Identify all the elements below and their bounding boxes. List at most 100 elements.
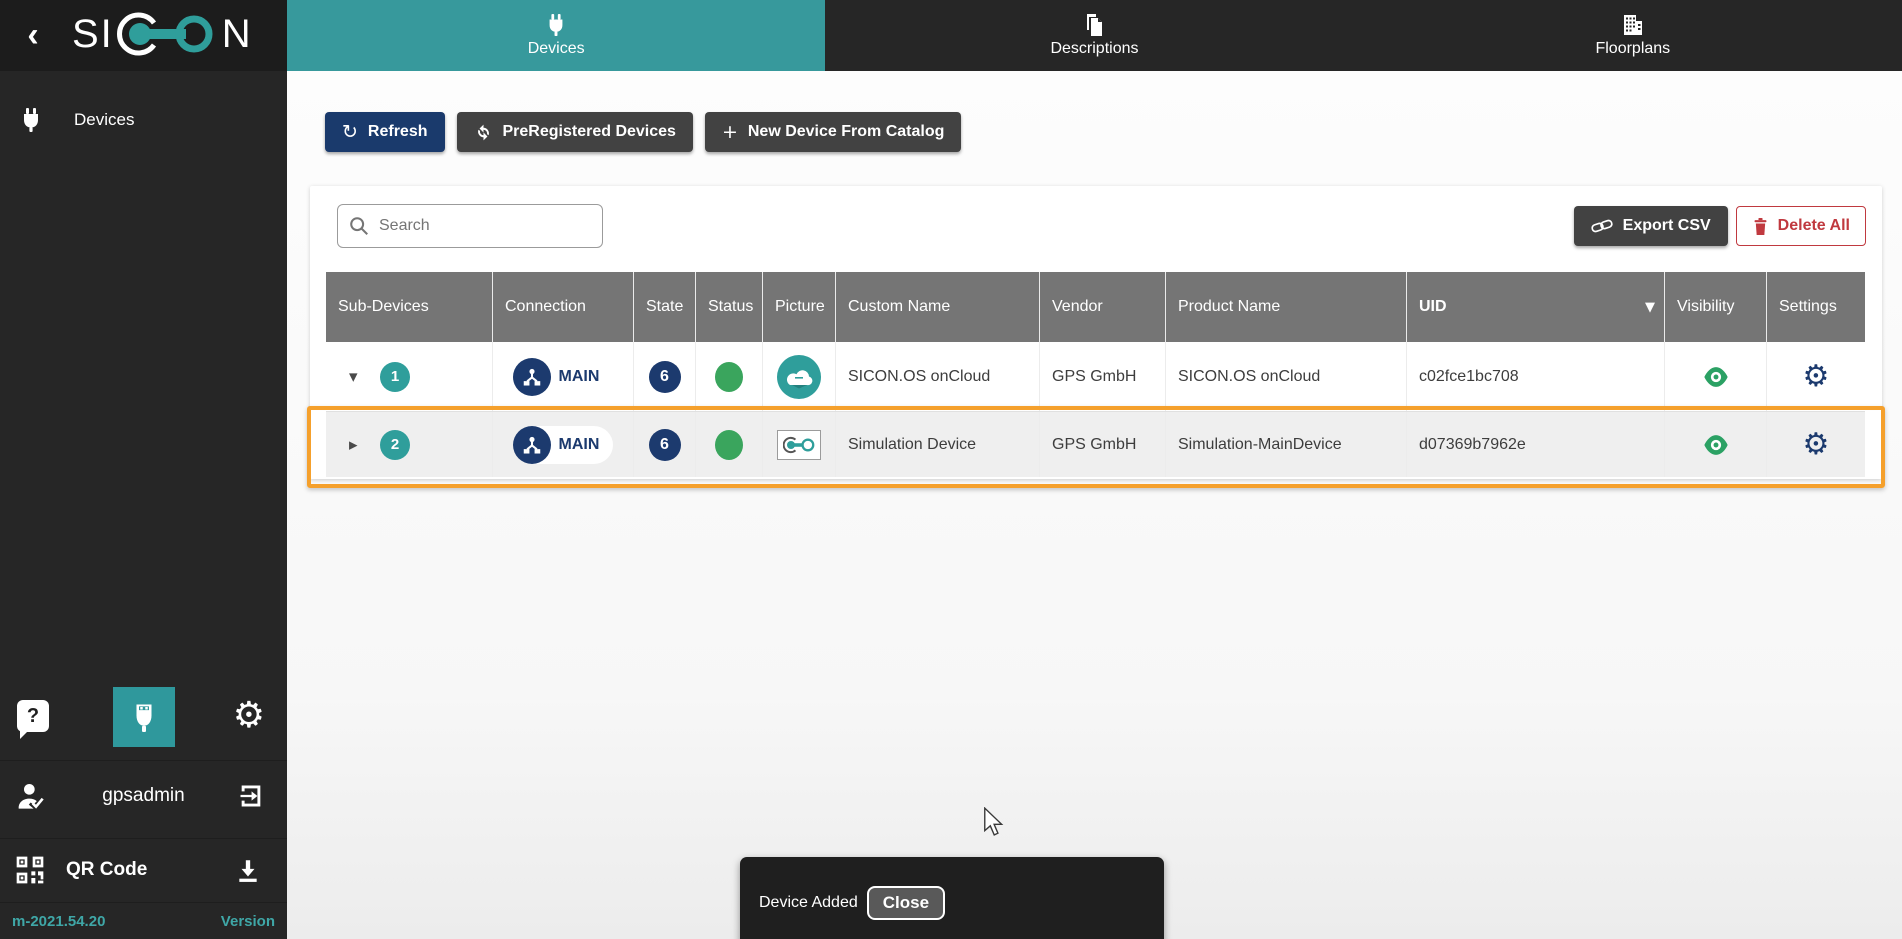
collapse-row-icon[interactable]: ▾: [349, 367, 365, 387]
version-row: m-2021.54.20 Version: [0, 902, 287, 939]
column-header-custom-name[interactable]: Custom Name: [836, 272, 1040, 342]
trash-icon: [1752, 217, 1769, 236]
building-icon: [1621, 13, 1645, 37]
table-header-row: Sub-Devices Connection State Status Pict…: [326, 272, 1865, 342]
sidebar-bottom-icon-row: ? ⚙: [0, 686, 287, 748]
logo-text-right: N: [222, 12, 253, 57]
visibility-eye-icon[interactable]: [1702, 365, 1730, 389]
delete-all-label: Delete All: [1778, 217, 1850, 235]
help-icon[interactable]: ?: [17, 700, 49, 732]
version-value: m-2021.54.20: [12, 913, 105, 930]
version-label: Version: [221, 913, 275, 930]
device-row-sicon-os-oncloud[interactable]: ▾ 1: [326, 342, 1865, 412]
sicon-logo: SI N: [72, 10, 253, 58]
column-header-settings[interactable]: Settings: [1767, 272, 1865, 342]
plus-icon: +: [722, 121, 738, 143]
cell-state: 6: [634, 342, 696, 411]
cell-sub-devices: ▸ 2: [326, 412, 493, 477]
cell-settings: ⚙: [1767, 342, 1865, 411]
export-csv-label: Export CSV: [1623, 217, 1711, 235]
sidebar-item-devices[interactable]: Devices: [0, 94, 287, 146]
uid-header-label: UID: [1419, 298, 1447, 316]
collapse-sidebar-button[interactable]: ‹: [16, 14, 50, 56]
devices-table: Sub-Devices Connection State Status Pict…: [326, 272, 1865, 477]
connection-chip[interactable]: MAIN: [513, 358, 614, 396]
connection-label: MAIN: [559, 368, 600, 386]
cell-uid: d07369b7962e: [1407, 412, 1665, 477]
refresh-icon: ↻: [342, 121, 358, 143]
settings-gear-icon[interactable]: ⚙: [1803, 430, 1830, 460]
tab-floorplans[interactable]: Floorplans: [1364, 0, 1902, 71]
column-header-state[interactable]: State: [634, 272, 696, 342]
toast-notification: Device Added Close: [740, 857, 1164, 939]
cell-settings: ⚙: [1767, 412, 1865, 477]
qr-row: QR Code: [0, 838, 287, 900]
cell-product-name: SICON.OS onCloud: [1166, 342, 1407, 411]
cell-uid: c02fce1bc708: [1407, 342, 1665, 411]
column-header-status[interactable]: Status: [696, 272, 763, 342]
column-header-picture[interactable]: Picture: [763, 272, 836, 342]
column-header-uid[interactable]: UID ▼: [1407, 272, 1665, 342]
tab-label: Descriptions: [1050, 40, 1138, 58]
column-header-connection[interactable]: Connection: [493, 272, 634, 342]
plug-icon: [129, 700, 159, 734]
connection-label: MAIN: [559, 436, 600, 454]
tab-devices[interactable]: Devices: [287, 0, 825, 71]
visibility-eye-icon[interactable]: [1702, 433, 1730, 457]
tab-descriptions[interactable]: Descriptions: [825, 0, 1363, 71]
toast-close-button[interactable]: Close: [867, 886, 945, 920]
sidebar-item-label: Devices: [74, 110, 134, 130]
tab-label: Floorplans: [1595, 40, 1670, 58]
device-row-simulation-device[interactable]: ▸ 2: [326, 412, 1865, 477]
gear-icon[interactable]: ⚙: [233, 694, 265, 738]
column-header-vendor[interactable]: Vendor: [1040, 272, 1166, 342]
cell-sub-devices: ▾ 1: [326, 342, 493, 411]
device-hub-icon: [513, 358, 551, 396]
export-csv-button[interactable]: Export CSV: [1574, 206, 1728, 246]
preregistered-devices-button[interactable]: PreRegistered Devices: [457, 112, 693, 152]
column-header-product-name[interactable]: Product Name: [1166, 272, 1407, 342]
sort-desc-icon[interactable]: ▼: [1645, 300, 1655, 315]
device-hub-icon: [513, 426, 551, 464]
sidebar: ‹ SI N Devices ?: [0, 0, 287, 939]
cell-connection: MAIN: [493, 342, 634, 411]
app-window: ‹ SI N Devices ?: [0, 0, 1902, 939]
sicon-link-logo: [777, 430, 821, 460]
connection-chip[interactable]: MAIN: [513, 426, 614, 464]
logo-link-icon: [116, 10, 220, 58]
column-header-visibility[interactable]: Visibility: [1665, 272, 1767, 342]
logo-band: ‹ SI N: [0, 0, 287, 71]
card-toolbar: Export CSV Delete All: [310, 186, 1882, 248]
refresh-button[interactable]: ↻ Refresh: [325, 112, 445, 152]
search-input[interactable]: [379, 217, 592, 235]
sub-device-count-badge[interactable]: 1: [380, 362, 410, 392]
link-icon: [1589, 216, 1614, 236]
state-badge[interactable]: 6: [649, 361, 681, 393]
search-icon: [348, 215, 370, 237]
download-icon[interactable]: [235, 856, 261, 884]
new-device-from-catalog-button[interactable]: + New Device From Catalog: [705, 112, 961, 152]
sub-device-count-badge[interactable]: 2: [380, 430, 410, 460]
cell-visibility: [1665, 412, 1767, 477]
devices-mode-button[interactable]: [113, 687, 175, 747]
column-header-sub-devices[interactable]: Sub-Devices: [326, 272, 493, 342]
qr-code-icon[interactable]: [14, 854, 46, 886]
cell-visibility: [1665, 342, 1767, 411]
delete-all-button[interactable]: Delete All: [1736, 206, 1866, 246]
settings-gear-icon[interactable]: ⚙: [1803, 362, 1830, 392]
plug-icon: [18, 107, 44, 133]
state-badge[interactable]: 6: [649, 429, 681, 461]
cell-picture: [763, 342, 836, 411]
logout-icon[interactable]: [237, 782, 265, 810]
sync-icon: [474, 123, 493, 142]
user-row: gpsadmin: [0, 760, 287, 830]
cell-status: [696, 412, 763, 477]
status-online-dot: [715, 430, 743, 460]
cell-state: 6: [634, 412, 696, 477]
new-device-label: New Device From Catalog: [748, 123, 945, 141]
cell-status: [696, 342, 763, 411]
action-toolbar: ↻ Refresh PreRegistered Devices + New De…: [325, 112, 961, 152]
expand-row-icon[interactable]: ▸: [349, 435, 365, 455]
plug-icon: [545, 13, 567, 37]
cell-vendor: GPS GmbH: [1040, 412, 1166, 477]
